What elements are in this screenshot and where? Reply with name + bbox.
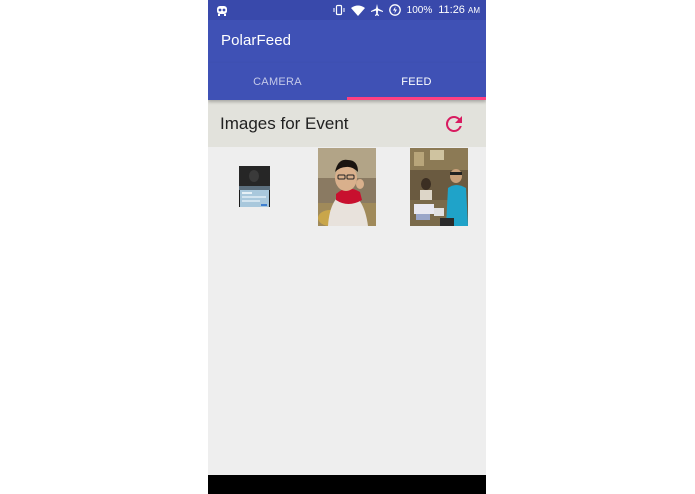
- status-icons: 100% 11:26 AM: [333, 0, 480, 20]
- feed-header: Images for Event: [208, 100, 486, 147]
- airplane-icon: [370, 4, 383, 16]
- vibrate-icon: [333, 4, 345, 16]
- photo-laptop-screen-image: [239, 166, 270, 209]
- photo-laptop-screen[interactable]: [239, 166, 270, 209]
- app-title: PolarFeed: [221, 32, 292, 49]
- status-bar: 100% 11:26 AM: [208, 0, 486, 20]
- clock-time: 11:26 AM: [438, 4, 480, 16]
- robot-icon: [217, 6, 227, 16]
- refresh-icon[interactable]: [442, 112, 466, 136]
- system-nav-bar: [208, 475, 486, 494]
- feed-title: Images for Event: [220, 114, 349, 133]
- app-bar: PolarFeed: [208, 20, 486, 63]
- tab-selected-indicator: [347, 97, 486, 100]
- tab-feed[interactable]: FEED: [347, 63, 486, 100]
- photo-person-red-hood-image: [318, 148, 376, 226]
- battery-percentage: 100%: [406, 4, 433, 16]
- photo-people-at-table-image: [410, 148, 468, 226]
- battery-saver-icon: [388, 4, 401, 16]
- tab-camera[interactable]: CAMERA: [208, 63, 347, 100]
- phone-screen: 100% 11:26 AM PolarFeed CAMERA FEED Imag…: [208, 0, 486, 494]
- photo-person-red-hood[interactable]: [318, 148, 376, 226]
- photo-people-at-table[interactable]: [410, 148, 468, 226]
- tab-bar: CAMERA FEED: [208, 63, 486, 100]
- wifi-icon: [350, 5, 365, 16]
